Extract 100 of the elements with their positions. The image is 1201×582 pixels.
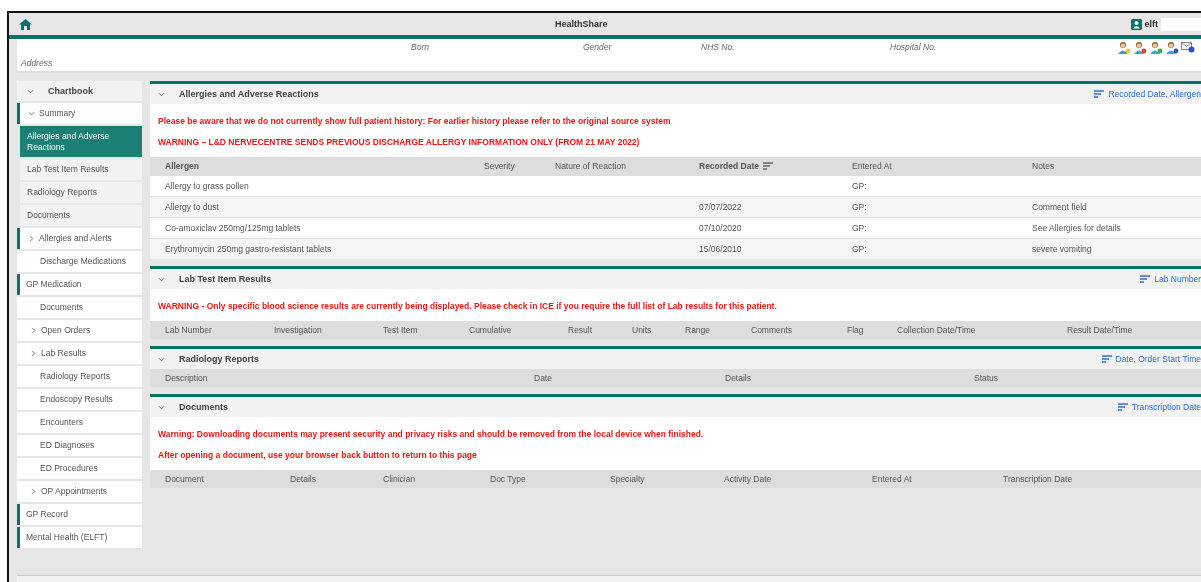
sort-link[interactable]: Date, Order Start Time [1101, 354, 1201, 364]
column-header[interactable]: Specialty [610, 474, 724, 484]
table-cell-text: GP: [852, 244, 868, 254]
column-header[interactable]: Details [725, 373, 974, 383]
table-cell-text: Allergy to grass pollen [165, 181, 250, 191]
column-header[interactable]: Comments [751, 325, 847, 335]
column-header[interactable]: Result [568, 325, 632, 335]
user-icon[interactable] [1130, 18, 1142, 30]
table-row[interactable]: Allergy to dust 07/07/2022 GP: Comment field [150, 196, 1201, 217]
column-header[interactable]: Doc Type [490, 474, 610, 484]
table-cell-text: 07/10/2020 [699, 223, 743, 233]
sidebar-item[interactable]: Discharge Medications [17, 251, 142, 272]
chevron-right-icon[interactable] [30, 488, 37, 495]
column-header[interactable]: Collection Date/Time [897, 325, 1067, 335]
column-header[interactable]: Recorded Date [699, 161, 852, 171]
column-header[interactable]: Cumulative [469, 325, 568, 335]
sidebar-item[interactable]: Documents [20, 205, 142, 226]
sidebar-item[interactable]: Encounters [17, 412, 142, 433]
sidebar-item[interactable]: GP Medication [17, 274, 142, 295]
person-icon[interactable] [1165, 40, 1179, 54]
column-header[interactable]: Units [632, 325, 685, 335]
column-header[interactable]: Transcription Date [1003, 474, 1201, 484]
person-icon[interactable] [1117, 40, 1131, 54]
user-name: elft [1144, 19, 1158, 29]
section-header[interactable]: Radiology Reports Date, Order Start Time [150, 349, 1201, 369]
sort-link[interactable]: Lab Number [1140, 274, 1201, 284]
column-header[interactable]: Result Date/Time [1067, 325, 1201, 335]
column-header[interactable]: Nature of Reaction [555, 161, 699, 171]
sidebar-item[interactable]: Summary [17, 103, 142, 124]
column-header[interactable]: Notes [1032, 161, 1201, 171]
sidebar-item[interactable]: OP Appointments [17, 481, 142, 502]
sidebar-item[interactable]: ED Procedures [17, 458, 142, 479]
sidebar-item[interactable]: ED Diagnoses [17, 435, 142, 456]
chevron-down-icon[interactable] [27, 87, 34, 95]
banner-label: Born [411, 42, 430, 52]
sort-icon[interactable] [1101, 355, 1112, 363]
warning-text: After opening a document, use your browser back button to return to this page [158, 450, 478, 460]
column-header[interactable]: Allergen [165, 161, 484, 171]
mail-icon[interactable] [1181, 40, 1195, 53]
chevron-down-icon[interactable] [158, 90, 165, 98]
sort-icon[interactable] [1117, 403, 1128, 411]
sidebar-item[interactable]: Lab Test Item Results [20, 159, 142, 180]
column-header[interactable]: Test Item [383, 325, 469, 335]
sidebar-item[interactable]: Radiology Reports [17, 366, 142, 387]
chevron-down-icon[interactable] [158, 403, 165, 411]
column-header[interactable]: Details [290, 474, 383, 484]
column-header[interactable]: Description [165, 373, 534, 383]
user-field[interactable] [1161, 17, 1201, 31]
table-cell-text: severe vomiting [1032, 244, 1093, 254]
column-header[interactable]: Entered At [852, 161, 1032, 171]
sidebar-item[interactable]: Allergies and Alerts [17, 228, 142, 249]
sort-icon[interactable] [1140, 275, 1151, 283]
banner-label: NHS No. [701, 42, 736, 52]
person-icon[interactable] [1149, 40, 1163, 54]
column-header[interactable]: Lab Number [165, 325, 274, 335]
column-header[interactable]: Entered At [872, 474, 1003, 484]
chevron-down-icon[interactable] [158, 275, 165, 283]
chevron-right-icon[interactable] [30, 327, 37, 334]
table-cell-text: GP: [852, 181, 868, 191]
app-title: HealthShare [554, 19, 609, 29]
chevron-right-icon[interactable] [30, 350, 37, 357]
person-icon[interactable] [1133, 40, 1147, 54]
table-cell-text: 07/07/2022 [699, 202, 743, 212]
column-header[interactable]: Severity [484, 161, 555, 171]
sort-link[interactable]: Recorded Date, Allergen [1094, 89, 1201, 99]
column-header[interactable]: Status [974, 373, 1201, 383]
home-icon[interactable] [19, 18, 32, 30]
sort-icon[interactable] [763, 162, 773, 170]
column-header[interactable]: Document [165, 474, 290, 484]
section-header[interactable]: Lab Test Item Results Lab Number [150, 269, 1201, 289]
section-header[interactable]: Allergies and Adverse Reactions Recorded Date, Allergen [150, 84, 1201, 104]
sidebar-item[interactable]: Mental Health (ELFT) [17, 527, 142, 548]
sort-link[interactable]: Transcription Date [1117, 402, 1201, 412]
table-row[interactable]: Erythromycin 250mg gastro-resistant tablets 15/06/2010 GP: severe vomiting [150, 238, 1201, 259]
column-header[interactable]: Investigation [274, 325, 383, 335]
chartbook-header[interactable]: Chartbook [17, 81, 142, 101]
sidebar-item[interactable]: Documents [17, 297, 142, 318]
column-header[interactable]: Date [534, 373, 725, 383]
sidebar-item[interactable]: Endoscopy Results [17, 389, 142, 410]
table-cell-text: GP: [852, 202, 868, 212]
warning-text: WARNING – L&D NERVECENTRE SENDS PREVIOUS DISCHARGE ALLERGY INFORMATION ONLY (FROM 21 MAY 2022) [158, 137, 641, 147]
sort-icon[interactable] [1094, 90, 1105, 98]
sidebar-item[interactable]: Allergies and Adverse Reactions [20, 126, 142, 157]
table-cell-text: GP: [852, 223, 868, 233]
chevron-right-icon[interactable] [28, 235, 35, 242]
column-header[interactable]: Range [685, 325, 751, 335]
table-cell-text: Erythromycin 250mg gastro-resistant tablets [165, 244, 333, 254]
table-cell-text: Comment field [1032, 202, 1088, 212]
table-cell-text: Co-amoxiclav 250mg/125mg tablets [165, 223, 302, 233]
scrollbar[interactable] [17, 575, 1201, 582]
chevron-down-icon[interactable] [158, 355, 165, 363]
column-header[interactable]: Flag [847, 325, 897, 335]
section-header[interactable]: Documents Transcription Date [150, 397, 1201, 417]
column-header[interactable]: Clinician [383, 474, 490, 484]
sidebar-item[interactable]: GP Record [17, 504, 142, 525]
column-header[interactable]: Activity Date [724, 474, 872, 484]
sidebar-item[interactable]: Radiology Reports [20, 182, 142, 203]
chevron-down-icon[interactable] [28, 110, 35, 117]
sidebar-item[interactable]: Open Orders [17, 320, 142, 341]
sidebar-item[interactable]: Lab Results [17, 343, 142, 364]
